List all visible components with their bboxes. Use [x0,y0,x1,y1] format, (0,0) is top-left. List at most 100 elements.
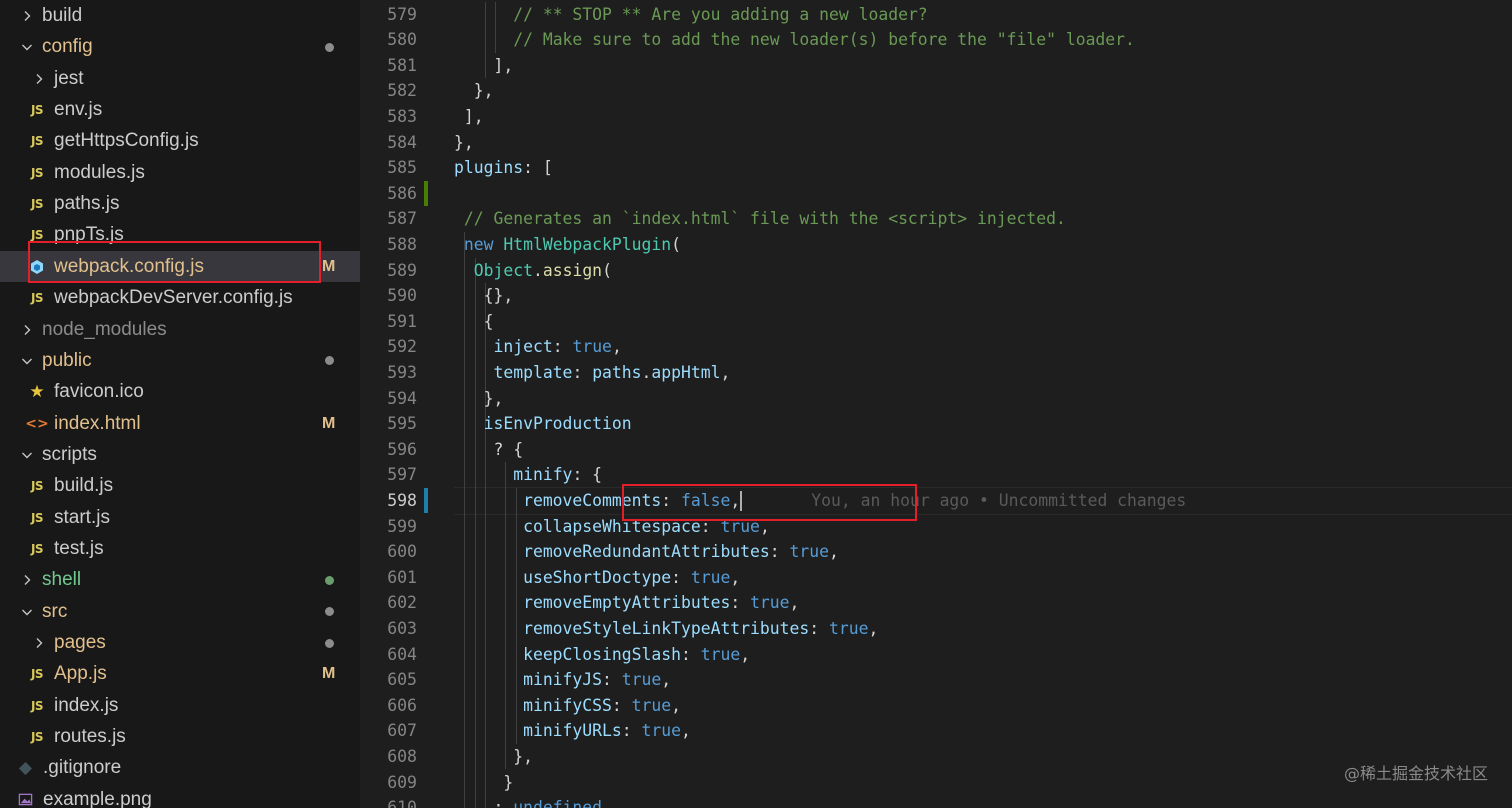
chevron-down-icon[interactable] [18,596,36,627]
line-number: 586 [387,183,417,203]
code-line[interactable]: }, [454,744,533,770]
code-line[interactable]: {}, [454,283,514,309]
tree-item-label: index.html [54,412,141,434]
folder-pages[interactable]: pages [0,628,360,659]
file-start-js[interactable]: JS start.js [0,502,360,533]
folder-build[interactable]: build [0,1,360,32]
chevron-right-icon[interactable] [30,628,48,659]
code-editor[interactable]: 579 580 581 582 583 584 585 586 587 588 589 590 591 5… [360,0,1512,808]
chevron-right-icon[interactable] [18,565,36,596]
dirty-diff-marker[interactable] [424,180,428,207]
line-number: 600 [387,542,417,562]
git-status-dot [325,638,334,648]
code-line[interactable]: } [454,770,513,796]
line-number: 596 [387,439,417,459]
code-line[interactable]: ], [454,53,513,79]
line-number: 587 [387,209,417,229]
folder-node-modules[interactable]: node_modules [0,314,360,345]
code-line[interactable]: plugins: [ [454,155,553,181]
code-line[interactable]: // ** STOP ** Are you adding a new loade… [454,2,927,28]
explorer-sidebar: build config jest JS env.js JS getHttpsConfig.… [0,0,360,808]
git-modified-badge: M [322,665,336,683]
tree-item-label: scripts [42,443,97,465]
file-gitignore[interactable]: .gitignore [0,753,360,784]
code-line[interactable]: keepClosingSlash: true, [454,642,750,668]
code-line[interactable]: { [454,309,494,335]
file-app-js[interactable]: JS App.js M [0,659,360,690]
file-index-html[interactable]: <> index.html M [0,408,360,439]
tree-item-label: routes.js [54,726,126,748]
code-line[interactable]: useShortDoctype: true, [454,565,740,591]
line-number: 588 [387,234,417,254]
chevron-right-icon[interactable] [18,314,36,345]
chevron-down-icon[interactable] [18,439,36,470]
watermark: @稀土掘金技术社区 [1343,764,1488,783]
code-line[interactable]: ], [454,104,484,130]
tree-item-label: getHttpsConfig.js [54,130,199,152]
file-build-js[interactable]: JS build.js [0,471,360,502]
line-number: 609 [387,772,417,792]
tree-item-label: node_modules [42,318,167,340]
code-line[interactable]: isEnvProduction [454,411,632,437]
git-status-dot [325,356,334,366]
code-line[interactable]: removeEmptyAttributes: true, [454,590,799,616]
file-test-js[interactable]: JS test.js [0,533,360,564]
code-line[interactable]: : undefined [454,795,602,808]
chevron-down-icon[interactable] [18,32,36,63]
folder-scripts[interactable]: scripts [0,439,360,470]
folder-src[interactable]: src [0,596,360,627]
js-file-icon: JS [30,479,44,494]
tree-item-label: pages [54,632,106,653]
file-example-png[interactable]: example.png [0,784,360,808]
line-number: 585 [387,158,417,178]
code-line[interactable]: }, [454,130,474,156]
code-line[interactable]: ? { [454,437,523,463]
line-number: 592 [387,337,417,357]
tree-item-label: src [42,600,68,622]
tree-item-label: example.png [43,788,152,808]
code-line[interactable]: minifyURLs: true, [454,718,691,744]
tree-item-label: modules.js [54,161,145,183]
dirty-diff-marker[interactable] [424,487,428,514]
file-index-js[interactable]: JS index.js [0,690,360,721]
line-number: 590 [387,286,417,306]
folder-public[interactable]: public [0,345,360,376]
tree-item-label: webpackDevServer.config.js [54,287,293,309]
code-line[interactable]: // Generates an `index.html` file with t… [454,206,1066,232]
line-number: 603 [387,618,417,638]
line-number: 601 [387,567,417,587]
code-line[interactable]: minifyCSS: true, [454,693,681,719]
file-modules-js[interactable]: JS modules.js [0,157,360,188]
code-line[interactable]: template: paths.appHtml, [454,360,730,386]
chevron-right-icon[interactable] [30,63,48,94]
chevron-down-icon[interactable] [18,345,36,376]
code-line[interactable]: new HtmlWebpackPlugin( [454,232,681,258]
code-line[interactable]: // Make sure to add the new loader(s) be… [454,27,1135,53]
tree-item-label: build [42,5,83,26]
line-number: 580 [387,30,417,50]
code-line[interactable]: }, [454,78,494,104]
code-line[interactable]: Object.assign( [454,258,612,284]
code-line[interactable]: }, [454,386,504,412]
line-number: 582 [387,81,417,101]
file-env-js[interactable]: JS env.js [0,95,360,126]
file-routes-js[interactable]: JS routes.js [0,722,360,753]
line-number: 606 [387,695,417,715]
folder-jest[interactable]: jest [0,63,360,94]
chevron-right-icon[interactable] [18,1,36,32]
folder-config[interactable]: config [0,32,360,63]
code-line[interactable]: minify: { [454,462,602,488]
folder-shell[interactable]: shell [0,565,360,596]
file-webpackdevserver-config-js[interactable]: JS webpackDevServer.config.js [0,283,360,314]
tree-item-label: jest [54,67,84,89]
file-gethttpsconfig-js[interactable]: JS getHttpsConfig.js [0,126,360,157]
line-number: 583 [387,106,417,126]
code-line[interactable]: minifyJS: true, [454,667,671,693]
annotation-highlight-file [28,241,321,283]
code-line[interactable]: inject: true, [454,334,621,360]
code-line[interactable]: removeRedundantAttributes: true, [454,539,839,565]
star-icon: ★ [29,382,45,403]
code-line[interactable]: removeStyleLinkTypeAttributes: true, [454,616,878,642]
file-paths-js[interactable]: JS paths.js [0,189,360,220]
file-favicon-ico[interactable]: ★ favicon.ico [0,377,360,408]
